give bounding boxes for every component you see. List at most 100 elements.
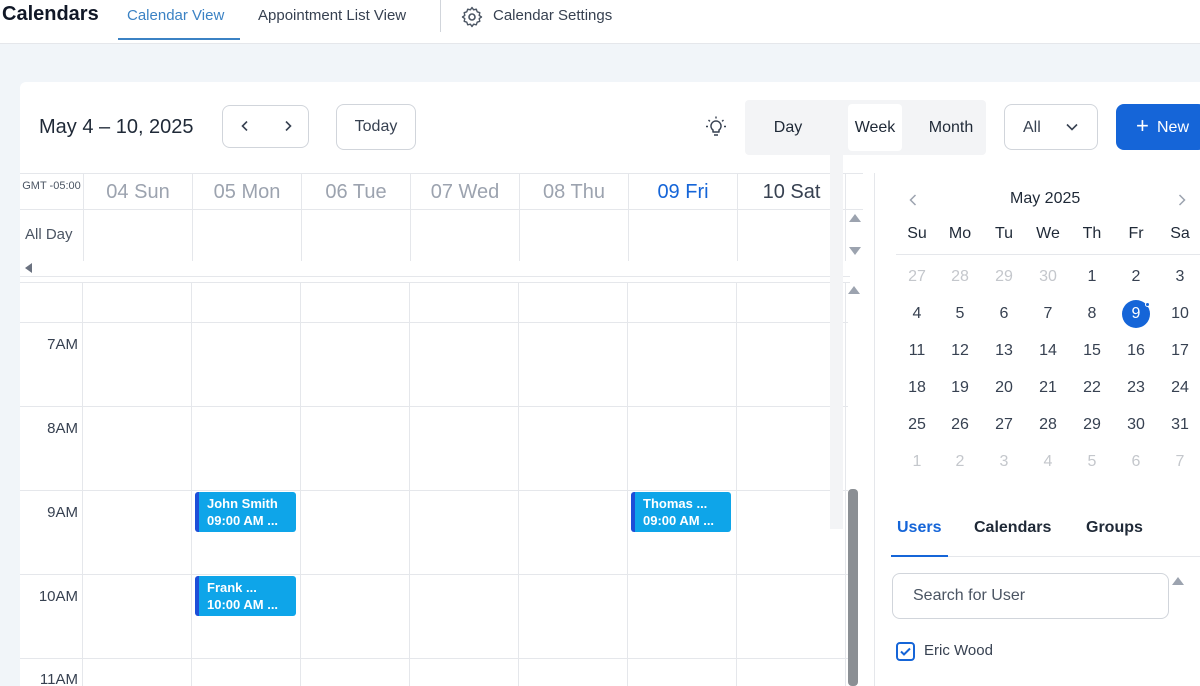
panel-active-tab-underline [891, 555, 948, 557]
mini-date[interactable]: 29 [1070, 416, 1114, 434]
mini-date[interactable]: 16 [1114, 342, 1158, 360]
scroll-down-arrow[interactable] [849, 247, 861, 255]
mini-date[interactable]: 3 [982, 453, 1026, 471]
mini-prev-month-icon[interactable] [908, 194, 918, 206]
mini-date[interactable]: 1 [1070, 268, 1114, 286]
panel-scroll-up-arrow[interactable] [1172, 577, 1184, 585]
event-card[interactable]: Thomas ... 09:00 AM ... [631, 492, 731, 532]
mini-date[interactable]: 4 [895, 305, 939, 323]
active-tab-underline [118, 38, 240, 40]
all-day-cell[interactable] [301, 210, 410, 261]
mini-date[interactable]: 31 [1158, 416, 1200, 434]
event-card[interactable]: Frank ... 10:00 AM ... [195, 576, 296, 616]
hour-label: 11AM [39, 671, 78, 686]
tab-appointment-list-view[interactable]: Appointment List View [258, 7, 406, 24]
mini-date[interactable]: 19 [938, 379, 982, 397]
tab-groups[interactable]: Groups [1086, 519, 1143, 537]
event-card[interactable]: John Smith 09:00 AM ... [195, 492, 296, 532]
mini-date[interactable]: 3 [1158, 268, 1200, 286]
user-checkbox[interactable] [896, 642, 915, 661]
filter-select-value: All [1023, 119, 1041, 136]
all-day-cell[interactable] [83, 210, 192, 261]
all-day-cell[interactable] [519, 210, 628, 261]
next-week-button[interactable] [266, 106, 309, 147]
mini-date[interactable]: 28 [938, 268, 982, 286]
mini-date[interactable]: 13 [982, 342, 1026, 360]
mini-date[interactable]: 15 [1070, 342, 1114, 360]
vertical-scrollbar-thumb[interactable] [848, 489, 858, 686]
tab-calendar-settings[interactable]: Calendar Settings [493, 7, 612, 24]
date-range-title: May 4 – 10, 2025 [39, 116, 194, 138]
horizontal-scrollbar[interactable] [20, 261, 850, 277]
mini-date[interactable]: 7 [1026, 305, 1070, 323]
tab-calendar-view[interactable]: Calendar View [127, 7, 224, 24]
mini-date-selected[interactable]: 9 [1114, 305, 1158, 323]
chevron-down-icon [1066, 123, 1078, 131]
scroll-up-arrow[interactable] [849, 214, 861, 222]
view-month-button[interactable]: Month [923, 100, 979, 155]
mini-date[interactable]: 25 [895, 416, 939, 434]
mini-date[interactable]: 14 [1026, 342, 1070, 360]
lightbulb-icon[interactable] [704, 115, 728, 139]
mini-date[interactable]: 28 [1026, 416, 1070, 434]
mini-date[interactable]: 5 [1070, 453, 1114, 471]
day-header[interactable]: 05 Mon [192, 174, 301, 210]
mini-date[interactable]: 4 [1026, 453, 1070, 471]
mini-date[interactable]: 2 [1114, 268, 1158, 286]
mini-date[interactable]: 20 [982, 379, 1026, 397]
event-time: 09:00 AM ... [643, 513, 715, 528]
mini-date[interactable]: 26 [938, 416, 982, 434]
column-line [300, 283, 301, 686]
weekday-label: Tu [994, 225, 1014, 242]
today-button[interactable]: Today [336, 104, 416, 150]
day-header[interactable]: 06 Tue [301, 174, 410, 210]
mini-date[interactable]: 10 [1158, 305, 1200, 323]
mini-next-month-icon[interactable] [1177, 194, 1187, 206]
search-user-input[interactable] [892, 573, 1169, 619]
all-day-cell[interactable] [410, 210, 519, 261]
tab-calendars[interactable]: Calendars [974, 519, 1051, 537]
new-button[interactable]: + New [1116, 104, 1200, 150]
vertical-scrollbar-track[interactable] [830, 109, 843, 529]
mini-date[interactable]: 27 [982, 416, 1026, 434]
mini-date[interactable]: 30 [1026, 268, 1070, 286]
mini-date[interactable]: 1 [895, 453, 939, 471]
hour-label: 8AM [47, 420, 78, 437]
day-header[interactable]: 07 Wed [410, 174, 519, 210]
mini-date[interactable]: 2 [938, 453, 982, 471]
day-header[interactable]: 04 Sun [83, 174, 192, 210]
gear-icon[interactable] [460, 5, 484, 29]
filter-select[interactable]: All [1004, 104, 1098, 150]
mini-date[interactable]: 17 [1158, 342, 1200, 360]
mini-date[interactable]: 11 [895, 342, 939, 360]
column-line [409, 283, 410, 686]
mini-date[interactable]: 7 [1158, 453, 1200, 471]
scroll-left-arrow[interactable] [25, 263, 32, 273]
time-grid[interactable]: 7AM 8AM 9AM 10AM 11AM John Smith 09:00 A… [20, 282, 850, 686]
mini-date[interactable]: 12 [938, 342, 982, 360]
mini-date[interactable]: 5 [938, 305, 982, 323]
mini-date[interactable]: 24 [1158, 379, 1200, 397]
prev-week-button[interactable] [223, 106, 266, 147]
view-week-button[interactable]: Week [848, 104, 902, 151]
mini-date[interactable]: 22 [1070, 379, 1114, 397]
mini-date[interactable]: 23 [1114, 379, 1158, 397]
user-name: Eric Wood [924, 642, 993, 659]
mini-date[interactable]: 6 [1114, 453, 1158, 471]
weekday-label: Su [907, 225, 927, 242]
mini-date[interactable]: 6 [982, 305, 1026, 323]
day-header-today[interactable]: 09 Fri [628, 174, 737, 210]
mini-date[interactable]: 30 [1114, 416, 1158, 434]
mini-date[interactable]: 29 [982, 268, 1026, 286]
all-day-cell[interactable] [192, 210, 301, 261]
all-day-cell[interactable] [628, 210, 737, 261]
mini-date[interactable]: 18 [895, 379, 939, 397]
view-day-button[interactable]: Day [745, 100, 831, 155]
day-header[interactable]: 08 Thu [519, 174, 628, 210]
tab-users[interactable]: Users [897, 519, 941, 537]
mini-date[interactable]: 21 [1026, 379, 1070, 397]
top-nav: Calendars Calendar View Appointment List… [0, 0, 1200, 44]
mini-date[interactable]: 27 [895, 268, 939, 286]
grid-scroll-up-arrow[interactable] [848, 286, 860, 294]
mini-date[interactable]: 8 [1070, 305, 1114, 323]
